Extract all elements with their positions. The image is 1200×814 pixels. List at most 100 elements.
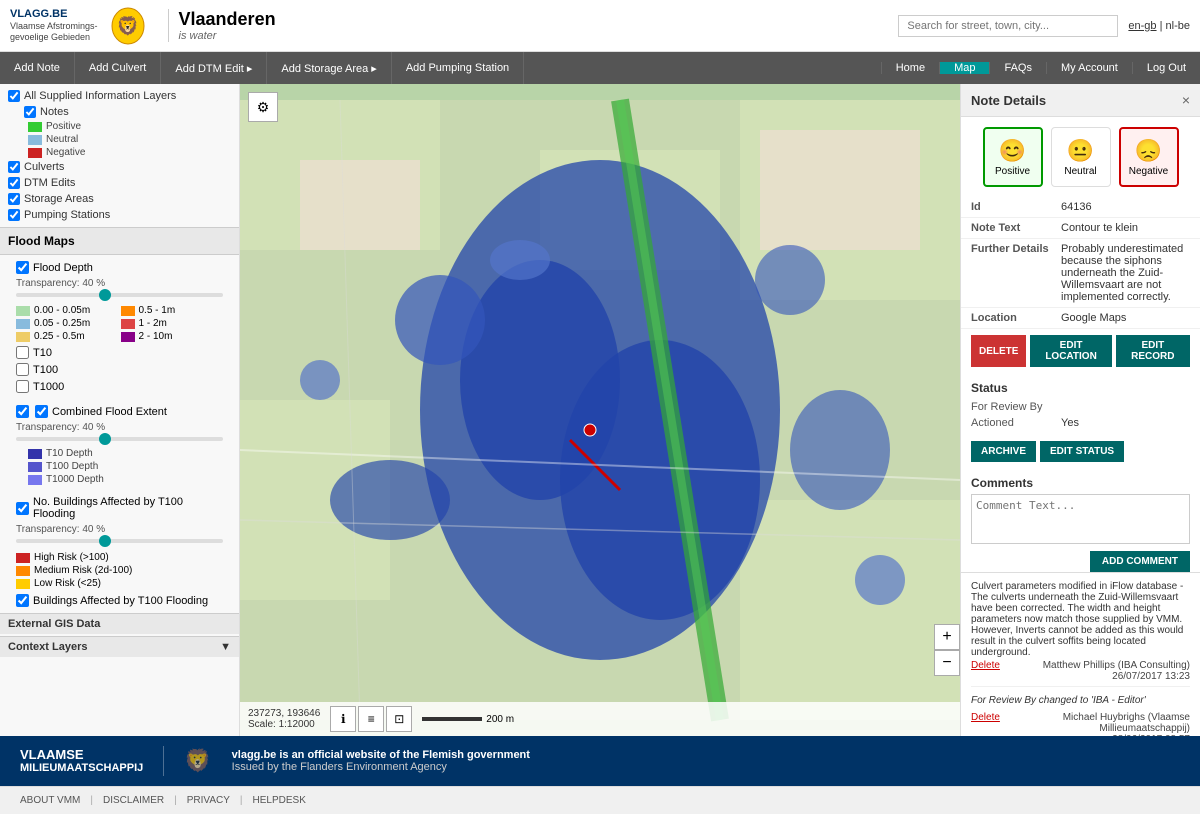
combined-transparency: Transparency: 40 % xyxy=(8,420,231,435)
for-review-row: For Review By xyxy=(971,399,1190,415)
negative-label: Negative xyxy=(46,147,85,158)
external-gis-header[interactable]: External GIS Data xyxy=(0,613,239,634)
culverts-label: Culverts xyxy=(24,161,64,173)
comments-title: Comments xyxy=(971,472,1190,494)
pumping-checkbox[interactable] xyxy=(8,209,20,221)
note-text-value: Contour te klein xyxy=(1061,222,1190,234)
storage-checkbox[interactable] xyxy=(8,193,20,205)
status-title: Status xyxy=(971,377,1190,399)
map-canvas xyxy=(240,84,960,736)
header: VLAGG.BE Vlaamse Afstromings- gevoelige … xyxy=(0,0,1200,52)
edit-record-button[interactable]: EDIT RECORD xyxy=(1116,335,1190,367)
edit-status-button[interactable]: EDIT STATUS xyxy=(1040,441,1124,462)
svg-text:🦁: 🦁 xyxy=(116,15,138,36)
edit-location-button[interactable]: EDIT LOCATION xyxy=(1030,335,1111,367)
t100-checkbox[interactable] xyxy=(16,363,29,376)
sentiment-row: 😊 Positive 😐 Neutral 😞 Negative xyxy=(961,117,1200,197)
nav-logout[interactable]: Log Out xyxy=(1132,62,1200,74)
flood-maps-header: Flood Maps xyxy=(0,227,239,255)
notes-item: Notes xyxy=(8,104,231,120)
comment-1-delete-link[interactable]: Delete xyxy=(971,660,1000,682)
map-coordinates: 237273, 193646 Scale: 1:12000 xyxy=(248,708,320,730)
zoom-out-button[interactable]: − xyxy=(934,650,960,676)
footer-divider xyxy=(163,746,164,776)
context-layers-header[interactable]: Context Layers ▼ xyxy=(0,636,239,657)
scale-bar: 200 m xyxy=(422,714,514,725)
map-settings-button[interactable]: ⚙ xyxy=(248,92,278,122)
positive-emoji: 😊 xyxy=(999,138,1026,164)
vlagg-logo: VLAGG.BE Vlaamse Afstromings- gevoelige … xyxy=(10,8,98,43)
combined-flood-item: Combined Flood Extent xyxy=(8,403,231,420)
buildings-affected-checkbox[interactable] xyxy=(16,594,29,607)
storage-label: Storage Areas xyxy=(24,193,94,205)
map-info-button[interactable]: ℹ xyxy=(330,706,356,732)
buildings-t100-checkbox[interactable] xyxy=(16,502,29,515)
t1000-checkbox[interactable] xyxy=(16,380,29,393)
nav-account[interactable]: My Account xyxy=(1046,62,1132,74)
comment-2-delete-link[interactable]: Delete xyxy=(971,712,1000,736)
delete-button[interactable]: DELETE xyxy=(971,335,1026,367)
positive-sentiment-button[interactable]: 😊 Positive xyxy=(983,127,1043,187)
nav-faqs[interactable]: FAQs xyxy=(989,62,1046,74)
combined-flood-label: Combined Flood Extent xyxy=(52,406,167,418)
vlaanderen-subtitle: is water xyxy=(179,30,276,42)
neutral-label: Neutral xyxy=(46,134,78,145)
negative-sentiment-label: Negative xyxy=(1129,166,1168,177)
main-content: All Supplied Information Layers Notes Po… xyxy=(0,84,1200,736)
culverts-checkbox[interactable] xyxy=(8,161,20,173)
t1000-depth-item: T1000 Depth xyxy=(8,473,231,486)
notes-checkbox[interactable] xyxy=(24,106,36,118)
close-icon[interactable]: × xyxy=(1182,92,1190,108)
combined-flood-checkbox2[interactable] xyxy=(35,405,48,418)
all-layers-checkbox[interactable] xyxy=(8,90,20,102)
comments-section: Comments ADD COMMENT xyxy=(961,468,1200,551)
combined-flood-section: Combined Flood Extent Transparency: 40 %… xyxy=(0,399,239,490)
flood-depth-checkbox[interactable] xyxy=(16,261,29,274)
note-details-panel: Note Details × 😊 Positive 😐 Neutral 😞 Ne… xyxy=(960,84,1200,736)
nav-map[interactable]: Map xyxy=(939,62,989,74)
map-zoom-controls: + − xyxy=(934,624,960,676)
footer-nav: ABOUT VMM | DISCLAIMER | PRIVACY | HELPD… xyxy=(0,786,1200,814)
search-input[interactable] xyxy=(898,15,1118,37)
footer-helpdesk-link[interactable]: HELPDESK xyxy=(253,795,306,806)
t10-checkbox[interactable] xyxy=(16,346,29,359)
footer-lion-icon: 🦁 xyxy=(184,748,211,774)
map-area[interactable]: ⚙ + − 237273, 193646 Scale: 1:12000 ℹ ≡ … xyxy=(240,84,960,736)
buildings-slider[interactable] xyxy=(8,539,231,549)
combined-flood-checkbox[interactable] xyxy=(16,405,29,418)
neutral-sentiment-button[interactable]: 😐 Neutral xyxy=(1051,127,1111,187)
zoom-in-button[interactable]: + xyxy=(934,624,960,650)
negative-sentiment-button[interactable]: 😞 Negative xyxy=(1119,127,1179,187)
context-chevron-icon: ▼ xyxy=(220,641,231,653)
dtm-label: DTM Edits xyxy=(24,177,75,189)
flood-depth-slider[interactable] xyxy=(8,293,231,303)
footer-about-link[interactable]: ABOUT VMM xyxy=(20,795,80,806)
nav-add-culvert[interactable]: Add Culvert xyxy=(75,52,161,84)
footer-privacy-link[interactable]: PRIVACY xyxy=(187,795,230,806)
nav-home[interactable]: Home xyxy=(881,62,939,74)
footer-disclaimer-link[interactable]: DISCLAIMER xyxy=(103,795,164,806)
pumping-stations-item: Pumping Stations xyxy=(8,207,231,223)
positive-label: Positive xyxy=(46,121,81,132)
actioned-value: Yes xyxy=(1061,417,1190,429)
add-comment-button[interactable]: ADD COMMENT xyxy=(1090,551,1190,572)
combined-slider[interactable] xyxy=(8,437,231,447)
t10-item: T10 xyxy=(8,344,231,361)
pumping-label: Pumping Stations xyxy=(24,209,110,221)
archive-button[interactable]: ARCHIVE xyxy=(971,441,1036,462)
location-field: Location Google Maps xyxy=(961,308,1200,329)
dtm-edits-item: DTM Edits xyxy=(8,175,231,191)
lang-nl[interactable]: nl-be xyxy=(1166,20,1190,32)
nav-add-pumping[interactable]: Add Pumping Station xyxy=(392,52,524,84)
nav-add-note[interactable]: Add Note xyxy=(0,52,75,84)
dtm-checkbox[interactable] xyxy=(8,177,20,189)
nav-add-dtm[interactable]: Add DTM Edit ▸ xyxy=(161,52,267,84)
comment-textarea[interactable] xyxy=(971,494,1190,544)
map-copy-button[interactable]: ⊡ xyxy=(386,706,412,732)
negative-item: Negative xyxy=(8,146,231,159)
nav-add-storage[interactable]: Add Storage Area ▸ xyxy=(267,52,391,84)
flood-depth-label: Flood Depth xyxy=(33,262,93,274)
map-status-bar: 237273, 193646 Scale: 1:12000 ℹ ≡ ⊡ 200 … xyxy=(240,702,960,736)
map-list-button[interactable]: ≡ xyxy=(358,706,384,732)
lang-en[interactable]: en-gb xyxy=(1128,20,1156,32)
